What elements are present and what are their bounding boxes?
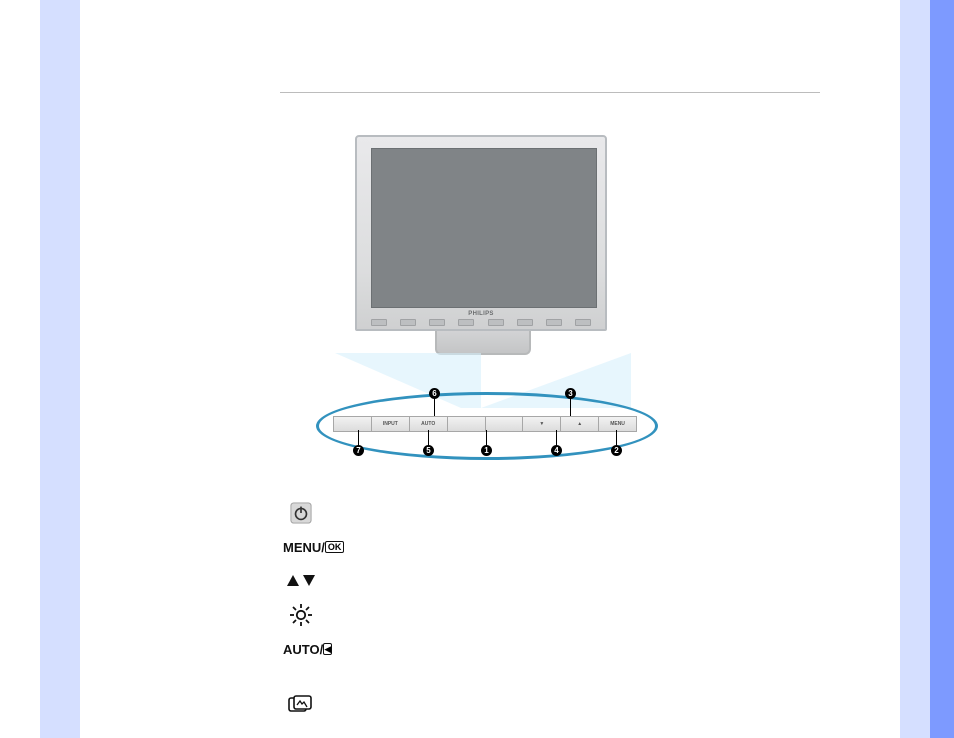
smartimage-icon bbox=[283, 692, 319, 718]
callout-line bbox=[358, 430, 359, 446]
panel-seg: AUTO bbox=[410, 417, 448, 431]
legend-row-auto: AUTO/◀ bbox=[283, 632, 319, 666]
auto-back-icon: AUTO/◀ bbox=[283, 636, 319, 662]
callout-4: 4 bbox=[551, 445, 562, 456]
monitor-base bbox=[435, 331, 531, 355]
brightness-icon bbox=[283, 602, 319, 628]
right-gutter bbox=[780, 0, 900, 738]
callout-1: 1 bbox=[481, 445, 492, 456]
callout-line bbox=[616, 430, 617, 446]
auto-label: AUTO/ bbox=[283, 642, 323, 657]
sidebar-left bbox=[40, 0, 80, 738]
control-panel-strip: INPUT AUTO ▼ ▲ MENU bbox=[333, 416, 637, 432]
callout-line bbox=[486, 430, 487, 446]
panel-seg: ▼ bbox=[523, 417, 561, 431]
legend-row-updown bbox=[283, 564, 319, 598]
monitor-illustration: PHILIPS bbox=[355, 135, 607, 367]
panel-seg: ▲ bbox=[561, 417, 599, 431]
callout-5: 5 bbox=[423, 445, 434, 456]
sidebar-right-dark bbox=[930, 0, 954, 738]
sidebar-right-light bbox=[900, 0, 930, 738]
power-icon bbox=[283, 500, 319, 526]
callout-2: 2 bbox=[611, 445, 622, 456]
panel-seg: MENU bbox=[599, 417, 636, 431]
callout-line bbox=[428, 430, 429, 446]
callout-3: 3 bbox=[565, 388, 576, 399]
panel-seg: INPUT bbox=[372, 417, 410, 431]
legend-row-menu: MENU/OK bbox=[283, 530, 319, 564]
callout-line bbox=[570, 398, 571, 416]
monitor-bezel-buttons bbox=[365, 319, 597, 327]
menu-label: MENU/ bbox=[283, 540, 325, 555]
panel-seg bbox=[448, 417, 486, 431]
legend-row-brightness bbox=[283, 598, 319, 632]
legend-list: MENU/OK bbox=[283, 496, 319, 722]
up-down-icon bbox=[283, 568, 319, 594]
callout-7: 7 bbox=[353, 445, 364, 456]
panel-seg bbox=[486, 417, 524, 431]
monitor-screen bbox=[371, 148, 597, 308]
legend-row-power bbox=[283, 496, 319, 530]
monitor-brand-label: PHILIPS bbox=[357, 311, 605, 317]
callout-6: 6 bbox=[429, 388, 440, 399]
callout-line bbox=[556, 430, 557, 446]
menu-ok-icon: MENU/OK bbox=[283, 534, 319, 560]
monitor-frame: PHILIPS bbox=[355, 135, 607, 331]
panel-seg bbox=[334, 417, 372, 431]
legend-row-blank bbox=[283, 666, 319, 688]
back-box-icon: ◀ bbox=[323, 643, 332, 655]
ok-box-icon: OK bbox=[325, 541, 345, 553]
callout-line bbox=[434, 398, 435, 416]
legend-row-smartimage bbox=[283, 688, 319, 722]
horizontal-rule bbox=[280, 92, 820, 93]
